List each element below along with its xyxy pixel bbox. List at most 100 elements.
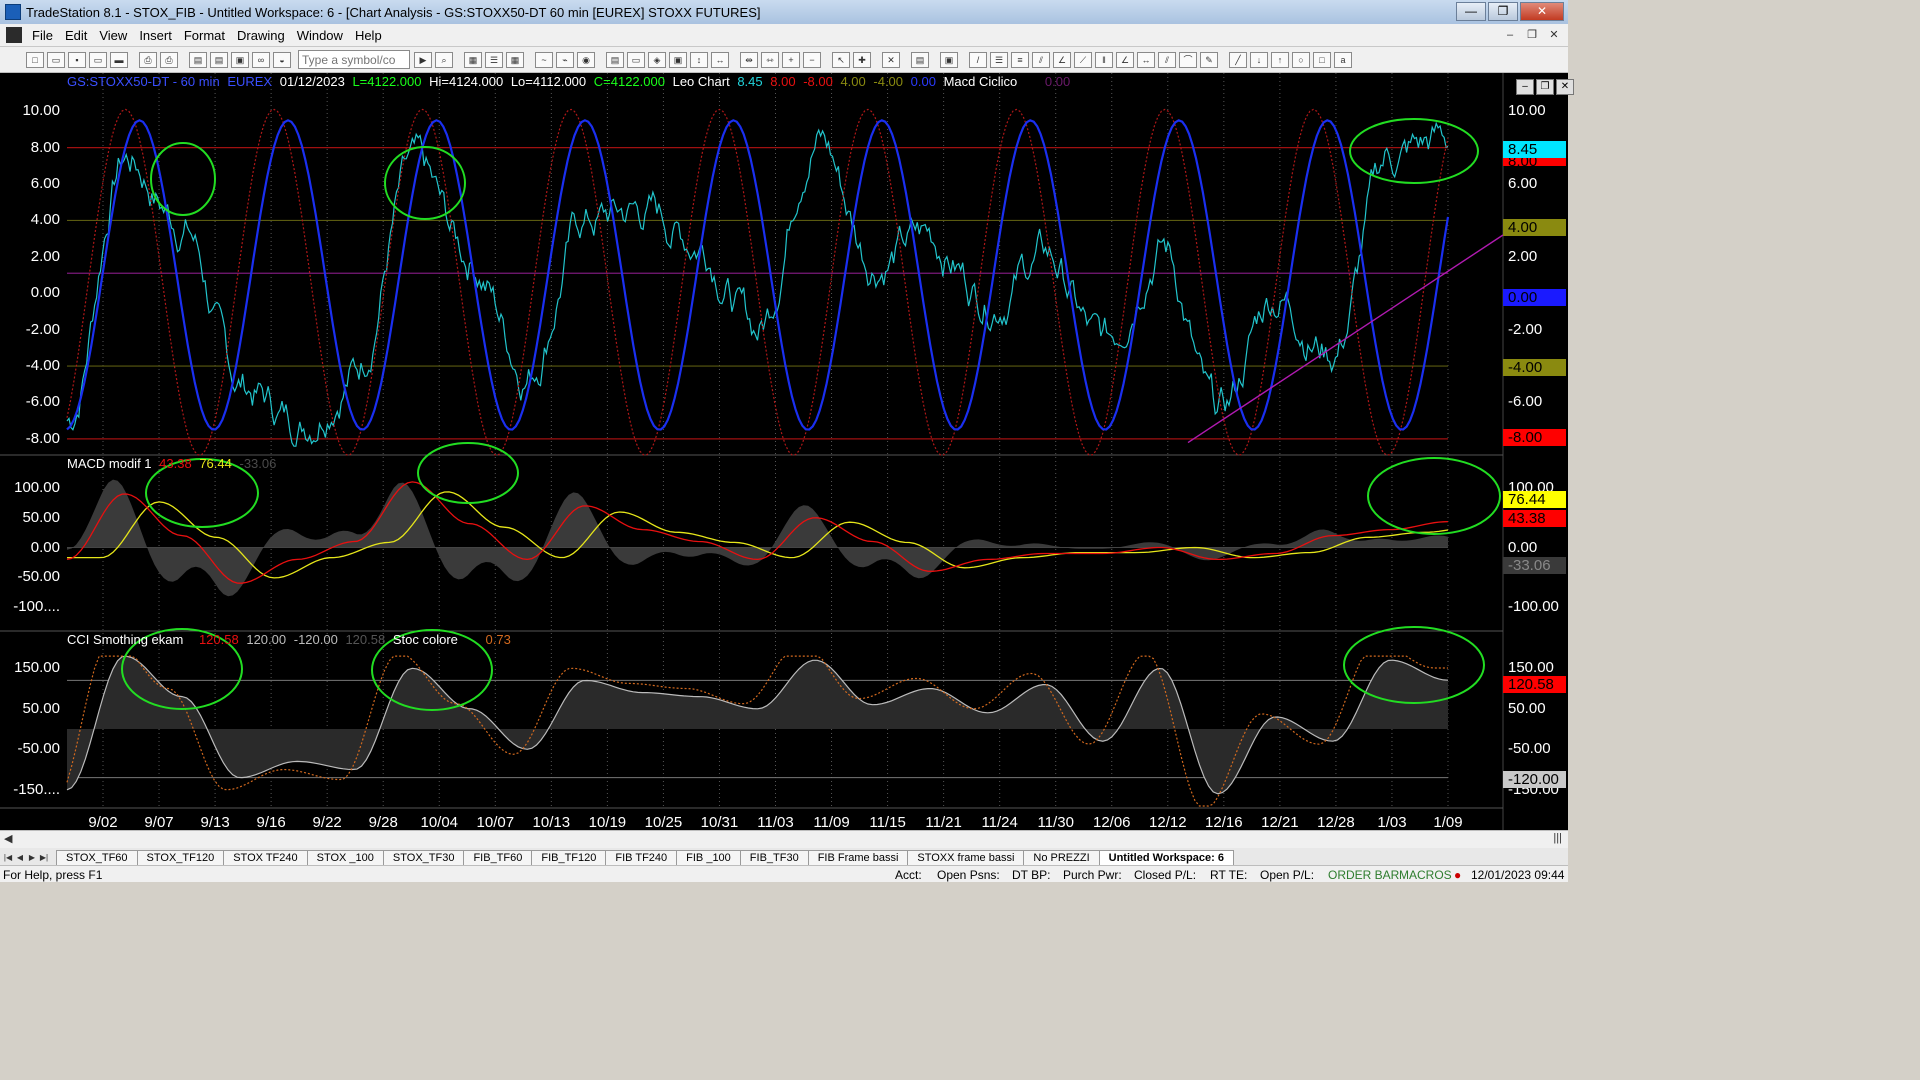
chart-close-icon[interactable]: ✕: [1556, 79, 1574, 95]
gann-fan-icon[interactable]: ∠: [1053, 51, 1071, 68]
save-icon[interactable]: ▪: [68, 51, 86, 68]
tab-fib-tf60[interactable]: FIB_TF60: [463, 850, 533, 865]
pointer-icon[interactable]: ↖: [832, 51, 850, 68]
order-bar-button[interactable]: ORDER BAR: [1328, 868, 1399, 882]
radar-icon[interactable]: ◉: [577, 51, 595, 68]
tab-prev-icon[interactable]: ◀: [14, 851, 26, 865]
mdi-close-icon[interactable]: ✕: [1546, 27, 1562, 43]
menu-format[interactable]: Format: [178, 28, 231, 43]
zoom-in-icon[interactable]: +: [782, 51, 800, 68]
calc-icon[interactable]: ▦: [506, 51, 524, 68]
tab-fib-frame-bassi[interactable]: FIB Frame bassi: [807, 850, 909, 865]
chart-icon[interactable]: ~: [535, 51, 553, 68]
menu-edit[interactable]: Edit: [59, 28, 93, 43]
channel-icon[interactable]: ⫽: [1032, 51, 1050, 68]
up-arrow-icon[interactable]: ↑: [1271, 51, 1289, 68]
chart-window-icon[interactable]: [6, 27, 22, 43]
tools-icon[interactable]: ✕: [882, 51, 900, 68]
close-button[interactable]: ✕: [1520, 2, 1564, 21]
order-icon[interactable]: ▭: [627, 51, 645, 68]
car-icon[interactable]: ◒: [273, 51, 291, 68]
horizontal-scrollbar[interactable]: ◀ |||: [0, 830, 1568, 848]
strategy-icon[interactable]: ◈: [648, 51, 666, 68]
minimize-button[interactable]: —: [1456, 2, 1486, 21]
macd-badge: 76.44: [1503, 491, 1566, 508]
rectangle-icon[interactable]: □: [1313, 51, 1331, 68]
tab-stox-tf60[interactable]: STOX_TF60: [56, 850, 138, 865]
tab-first-icon[interactable]: |◀: [2, 851, 14, 865]
ellipse-icon[interactable]: ○: [1292, 51, 1310, 68]
tab-stox-tf120[interactable]: STOX_TF120: [136, 850, 225, 865]
scan-icon[interactable]: ⌁: [556, 51, 574, 68]
window-icon[interactable]: ▤: [189, 51, 207, 68]
macros-button[interactable]: MACROS: [1399, 868, 1452, 882]
mdi-restore-icon[interactable]: ❐: [1524, 27, 1540, 43]
tab-no-prezzi[interactable]: No PREZZI: [1023, 850, 1100, 865]
chart-minimize-icon[interactable]: –: [1516, 79, 1534, 95]
fibonacci-icon[interactable]: ≡: [1011, 51, 1029, 68]
menu-insert[interactable]: Insert: [133, 28, 178, 43]
print-icon[interactable]: ⎙: [139, 51, 157, 68]
menu-drawing[interactable]: Drawing: [231, 28, 291, 43]
tab-stox-tf240[interactable]: STOX TF240: [223, 850, 308, 865]
tick-icon[interactable]: ↕: [690, 51, 708, 68]
regression-icon[interactable]: ⫽: [1158, 51, 1176, 68]
pencil-icon[interactable]: ✎: [1200, 51, 1218, 68]
tab-next-icon[interactable]: ▶: [26, 851, 38, 865]
tab-last-icon[interactable]: ▶|: [38, 851, 50, 865]
bar-spacing-icon[interactable]: ⇹: [740, 51, 758, 68]
symbol-input[interactable]: [298, 50, 410, 69]
mdi-minimize-icon[interactable]: –: [1502, 27, 1518, 43]
briefcase-icon[interactable]: ▬: [110, 51, 128, 68]
scroll-icon[interactable]: ↔: [711, 51, 729, 68]
symbol-label: GS:STOXX50-DT - 60 min: [67, 74, 220, 89]
andrews-icon[interactable]: ∠: [1116, 51, 1134, 68]
tab-untitled-workspace-6[interactable]: Untitled Workspace: 6: [1098, 850, 1234, 865]
grid-icon[interactable]: ▦: [464, 51, 482, 68]
vertical-lines-icon[interactable]: ‖: [1095, 51, 1113, 68]
menu-file[interactable]: File: [26, 28, 59, 43]
chart-restore-icon[interactable]: ❐: [1536, 79, 1554, 95]
window-tile-icon[interactable]: ▣: [940, 51, 958, 68]
compress-icon[interactable]: ⇿: [761, 51, 779, 68]
chart-canvas[interactable]: [0, 73, 1568, 830]
menu-help[interactable]: Help: [349, 28, 388, 43]
link-icon[interactable]: ∞: [252, 51, 270, 68]
zoom-out-icon[interactable]: −: [803, 51, 821, 68]
menu-view[interactable]: View: [93, 28, 133, 43]
indicator-icon[interactable]: ▣: [669, 51, 687, 68]
go-arrow-icon[interactable]: ▶: [414, 51, 432, 68]
tab-stox-100[interactable]: STOX _100: [306, 850, 384, 865]
folder-icon[interactable]: ▭: [89, 51, 107, 68]
menu-window[interactable]: Window: [291, 28, 349, 43]
tab-fib-tf120[interactable]: FIB_TF120: [531, 850, 607, 865]
tab-stox-tf30[interactable]: STOX_TF30: [382, 850, 465, 865]
format-icon[interactable]: ▤: [911, 51, 929, 68]
arrow-double-icon[interactable]: ↔: [1137, 51, 1155, 68]
arc-icon[interactable]: ⌒: [1179, 51, 1197, 68]
list-icon[interactable]: ☰: [485, 51, 503, 68]
open-icon[interactable]: ▭: [47, 51, 65, 68]
tab-fib-100[interactable]: FIB _100: [676, 850, 741, 865]
workspace-icon[interactable]: ▤: [210, 51, 228, 68]
cci-value-label: 120.00: [246, 632, 287, 647]
matrix-icon[interactable]: ▤: [606, 51, 624, 68]
scroll-left-icon[interactable]: ◀: [4, 832, 12, 845]
chart-analysis-window[interactable]: GS:STOXX50-DT - 60 min EUREX 01/12/2023 …: [0, 73, 1574, 831]
tab-fib-tf30[interactable]: FIB_TF30: [739, 850, 809, 865]
crosshair-icon[interactable]: ✚: [853, 51, 871, 68]
lock-icon[interactable]: ▣: [231, 51, 249, 68]
horizontal-line-icon[interactable]: ☰: [990, 51, 1008, 68]
print-preview-icon[interactable]: ⎙: [160, 51, 178, 68]
symbol-lookup-icon[interactable]: ⌕: [435, 51, 453, 68]
down-arrow-icon[interactable]: ↓: [1250, 51, 1268, 68]
scroll-right-icon[interactable]: |||: [1553, 832, 1562, 844]
maximize-button[interactable]: ❐: [1488, 2, 1518, 21]
text-icon[interactable]: a: [1334, 51, 1352, 68]
new-icon[interactable]: □: [26, 51, 44, 68]
speed-lines-icon[interactable]: ⟋: [1074, 51, 1092, 68]
tab-fib-tf240[interactable]: FIB TF240: [605, 850, 678, 865]
trendline-icon[interactable]: /: [969, 51, 987, 68]
line-icon[interactable]: ╱: [1229, 51, 1247, 68]
tab-stoxx-frame-bassi[interactable]: STOXX frame bassi: [907, 850, 1025, 865]
